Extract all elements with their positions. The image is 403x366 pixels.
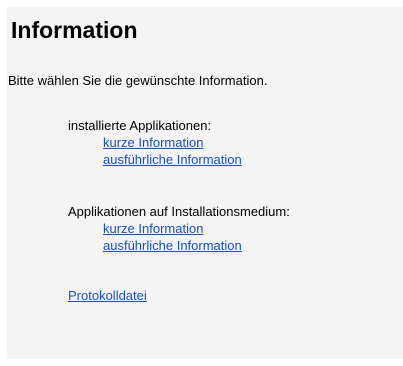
installation-media-label: Applikationen auf Installationsmedium: [68, 204, 290, 219]
log-file-link[interactable]: Protokolldatei [68, 287, 147, 304]
media-short-info-link[interactable]: kurze Information [103, 220, 290, 237]
page-title: Information [11, 17, 138, 43]
installation-media-section: Applikationen auf Installationsmedium: k… [68, 203, 290, 254]
information-panel: Information Bitte wählen Sie die gewünsc… [7, 7, 403, 359]
media-detailed-info-link[interactable]: ausführliche Information [103, 237, 290, 254]
installed-applications-label: installierte Applikationen: [68, 118, 212, 133]
intro-text: Bitte wählen Sie die gewünschte Informat… [8, 73, 268, 88]
installed-short-info-link[interactable]: kurze Information [103, 134, 242, 151]
installed-detailed-info-link[interactable]: ausführliche Information [103, 151, 242, 168]
installed-applications-section: installierte Applikationen: kurze Inform… [68, 117, 242, 168]
